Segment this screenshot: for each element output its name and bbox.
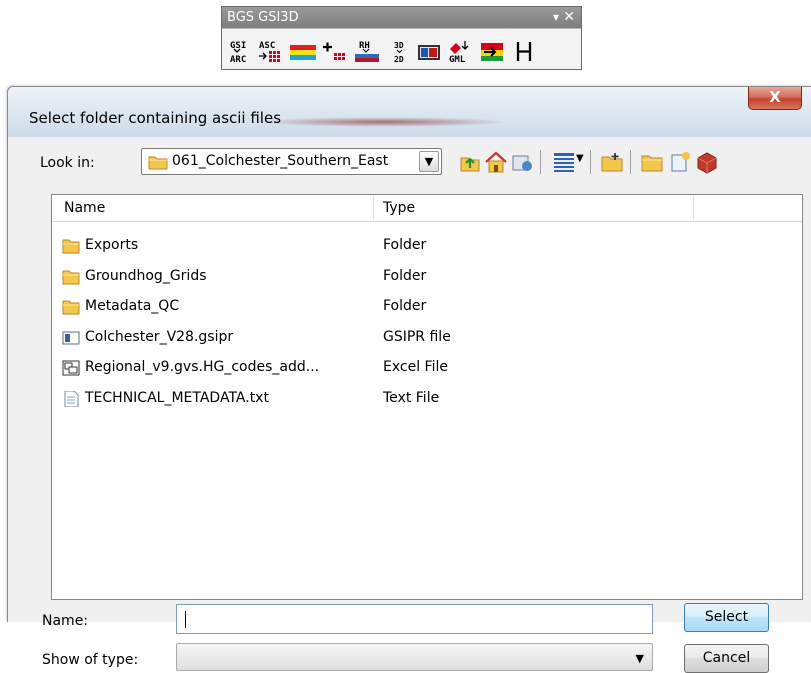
- file-type: Text File: [383, 389, 440, 406]
- svg-text:3D: 3D: [394, 41, 404, 50]
- gsipr-file-icon: [62, 331, 80, 344]
- select-button[interactable]: Select: [684, 603, 769, 632]
- dialog-close-button[interactable]: X: [748, 87, 802, 110]
- column-header-empty: [694, 195, 804, 222]
- svg-text:ASC: ASC: [259, 41, 275, 51]
- file-name: Regional_v9.gvs.HG_codes_add...: [85, 359, 320, 375]
- folder-icon: [62, 239, 80, 254]
- list-header: Name Type: [52, 195, 802, 222]
- folder-connect-icon[interactable]: [640, 150, 664, 174]
- file-type: Folder: [383, 237, 427, 253]
- toolbar-titlebar[interactable]: BGS GSI3D ▾ ✕: [222, 7, 581, 28]
- gml-icon[interactable]: GML: [446, 37, 476, 65]
- svg-text:GML: GML: [449, 55, 466, 65]
- folder-icon: [62, 300, 80, 315]
- chevron-down-icon[interactable]: ▼: [636, 652, 644, 665]
- show-type-combo[interactable]: ▼: [176, 643, 653, 671]
- folder-icon: [62, 270, 80, 284]
- connect-folder-icon[interactable]: [510, 150, 534, 174]
- list-item[interactable]: Exports Folder: [52, 232, 802, 263]
- display-icon[interactable]: [415, 37, 445, 65]
- new-item-icon[interactable]: [668, 150, 692, 174]
- dialog-titlebar[interactable]: Select folder containing ascii files X: [8, 87, 811, 137]
- view-dropdown-icon[interactable]: ▼: [576, 153, 584, 164]
- file-list[interactable]: Name Type Exports Folder Groundhog_Grids…: [51, 194, 803, 600]
- file-rows: Exports Folder Groundhog_Grids Folder Me…: [52, 232, 802, 415]
- h-icon[interactable]: [510, 37, 540, 65]
- view-details-icon[interactable]: [552, 150, 576, 174]
- plus-grid-icon[interactable]: [319, 37, 349, 65]
- show-type-label: Show of type:: [42, 652, 139, 668]
- list-item[interactable]: Metadata_QC Folder: [52, 293, 802, 324]
- text-file-icon: [64, 390, 79, 407]
- name-input[interactable]: [176, 604, 653, 634]
- new-folder-icon[interactable]: [600, 150, 624, 174]
- excel-file-icon: [62, 360, 80, 376]
- folder-icon: [148, 156, 168, 170]
- rh-profile-icon[interactable]: RH: [352, 37, 382, 65]
- home-icon[interactable]: [484, 150, 508, 174]
- list-item[interactable]: Regional_v9.gvs.HG_codes_add... Excel Fi…: [52, 354, 802, 385]
- file-name: Exports: [85, 237, 139, 253]
- gsi3d-toolbar: BGS GSI3D ▾ ✕ GSI ARC ASC RH 3D 2D GML: [221, 6, 582, 70]
- svg-text:ARC: ARC: [230, 55, 246, 65]
- flag-arrow-icon[interactable]: [477, 37, 507, 65]
- look-in-combo[interactable]: 061_Colchester_Southern_East ▼: [141, 148, 442, 175]
- toolbar-separator: [590, 150, 591, 174]
- file-type: Folder: [383, 298, 427, 314]
- file-type: GSIPR file: [383, 328, 451, 345]
- svg-text:GSI: GSI: [230, 41, 246, 51]
- select-folder-dialog: Select folder containing ascii files X L…: [7, 86, 811, 673]
- file-name: Groundhog_Grids: [85, 267, 207, 284]
- cancel-button[interactable]: Cancel: [684, 644, 769, 673]
- column-header-name[interactable]: Name: [52, 195, 374, 222]
- file-name: Metadata_QC: [85, 298, 180, 314]
- toolbar-body: GSI ARC ASC RH 3D 2D GML: [222, 28, 581, 69]
- toolbar-separator: [540, 150, 541, 174]
- column-header-type[interactable]: Type: [374, 195, 694, 222]
- gsi-arc-icon[interactable]: GSI ARC: [228, 37, 258, 65]
- file-name: TECHNICAL_METADATA.txt: [85, 389, 269, 406]
- titlebar-glow: [258, 117, 508, 127]
- text-caret: [185, 611, 186, 628]
- toolbar-close-icon[interactable]: ✕: [563, 7, 575, 28]
- asc-grid-icon[interactable]: ASC: [257, 37, 287, 65]
- svg-text:2D: 2D: [394, 55, 404, 64]
- chevron-down-icon[interactable]: ▼: [419, 151, 439, 172]
- list-item[interactable]: TECHNICAL_METADATA.txt Text File: [52, 385, 802, 416]
- toolbar-separator: [630, 150, 631, 174]
- list-item[interactable]: Colchester_V28.gsipr GSIPR file: [52, 324, 802, 355]
- list-item[interactable]: Groundhog_Grids Folder: [52, 263, 802, 294]
- toolbar-dropdown-icon[interactable]: ▾: [553, 7, 559, 28]
- up-folder-icon[interactable]: [458, 150, 482, 174]
- file-type: Folder: [383, 267, 427, 284]
- file-name: Colchester_V28.gsipr: [85, 328, 234, 345]
- close-icon: X: [769, 88, 781, 106]
- toolbar-title: BGS GSI3D: [227, 10, 299, 25]
- look-in-label: Look in:: [40, 155, 95, 171]
- file-type: Excel File: [383, 359, 448, 375]
- name-label: Name:: [42, 613, 89, 629]
- dialog-body: Look in: 061_Colchester_Southern_East ▼: [20, 138, 811, 673]
- 3d-2d-icon[interactable]: 3D 2D: [385, 37, 415, 65]
- dialog-title: Select folder containing ascii files: [29, 109, 282, 127]
- look-in-value: 061_Colchester_Southern_East: [172, 153, 389, 169]
- color-bars-icon[interactable]: [288, 37, 318, 65]
- database-icon[interactable]: [695, 150, 719, 174]
